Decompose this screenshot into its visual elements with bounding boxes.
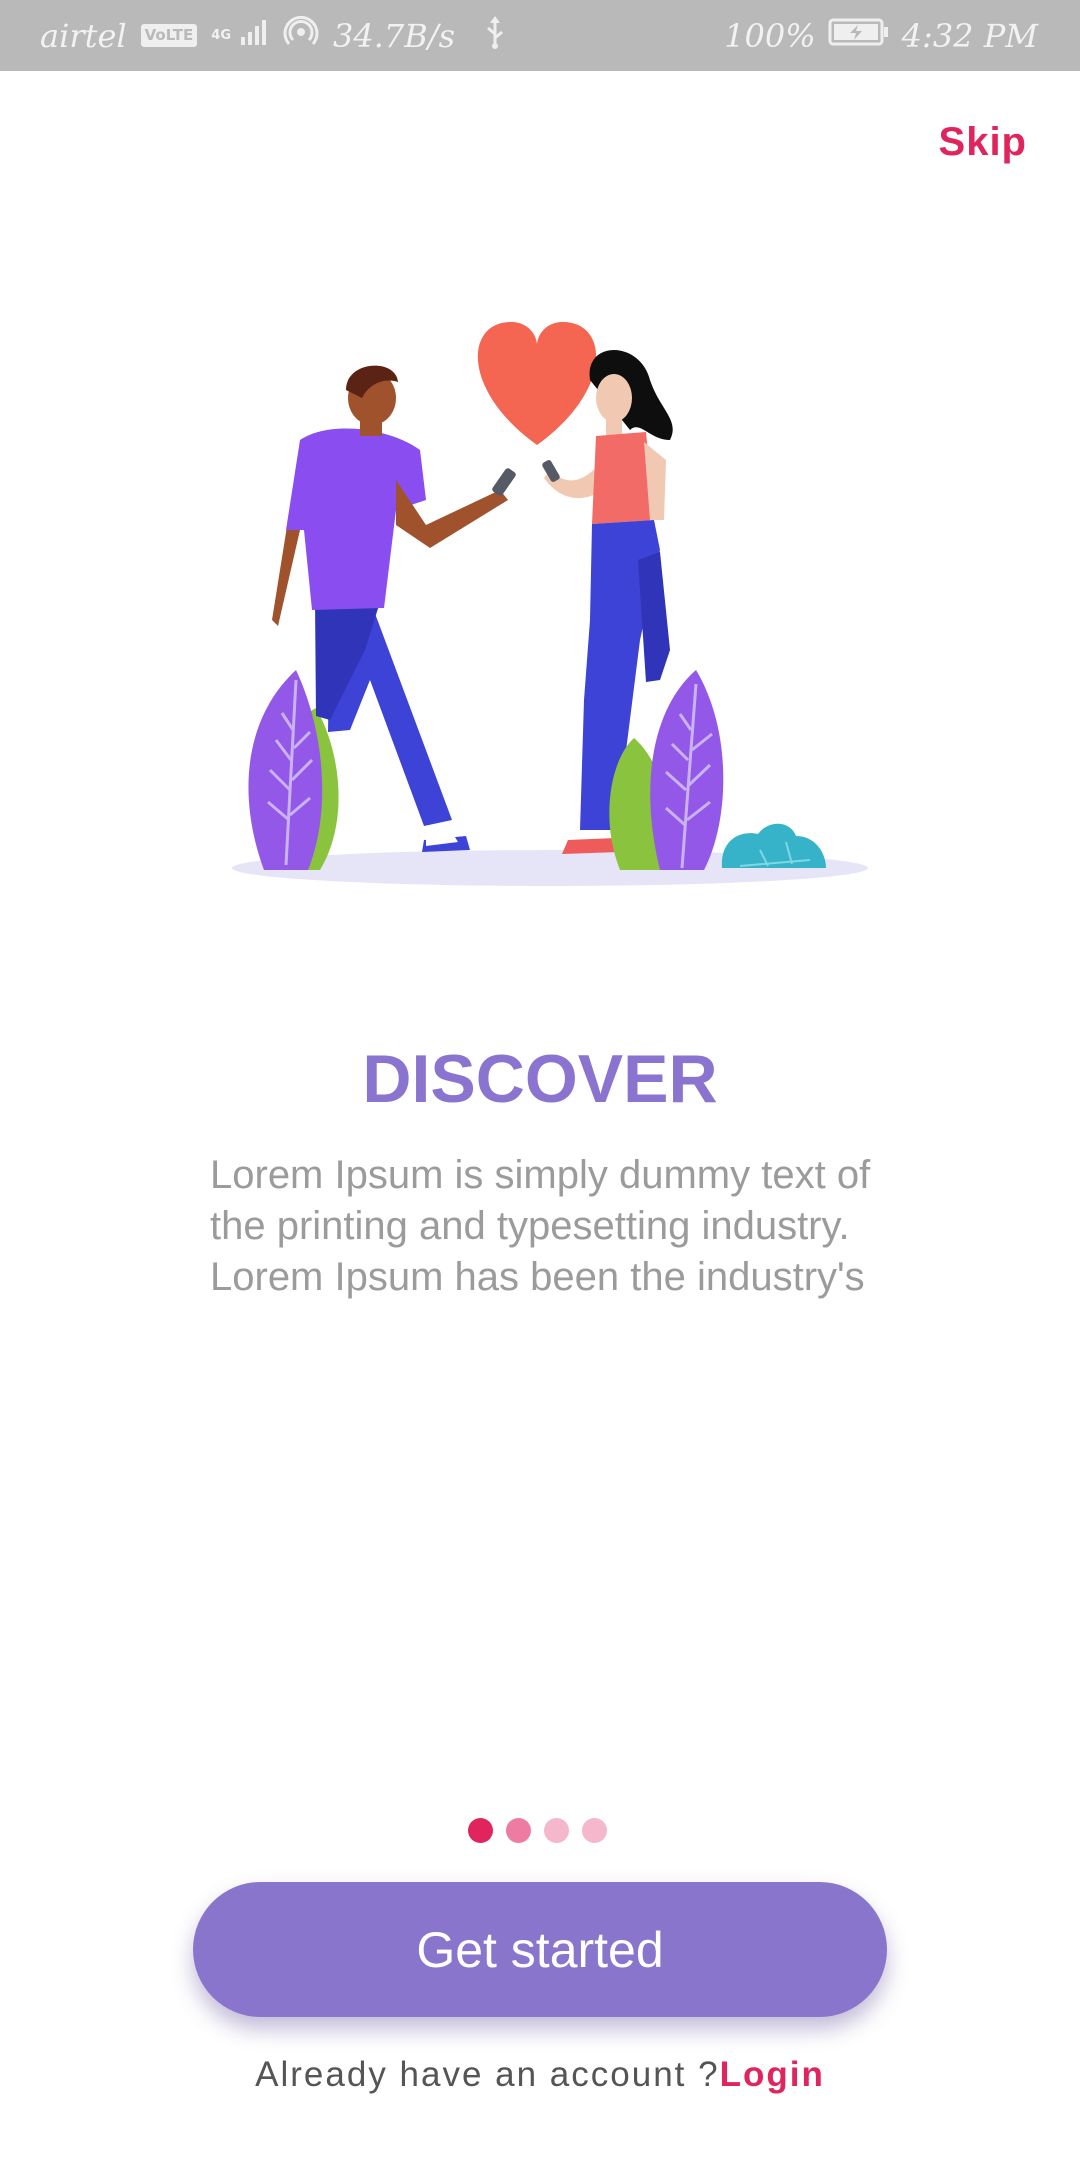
network-speed: 34.7B/s — [333, 16, 455, 55]
description-line: Lorem Ipsum has been the industry's — [210, 1255, 865, 1299]
login-prompt-row: Already have an account ?Login — [0, 2055, 1080, 2095]
description-line: Lorem Ipsum is simply dummy text of — [210, 1153, 871, 1197]
volte-badge: VoLTE — [140, 24, 198, 47]
page-dot[interactable] — [506, 1818, 531, 1843]
battery-percent: 100% — [724, 16, 816, 55]
page-dot-active[interactable] — [468, 1818, 493, 1843]
heart-icon — [477, 321, 597, 445]
status-bar: airtel VoLTE 4G 34.7B/s 100% 4:32 PM — [0, 0, 1080, 71]
page-dot[interactable] — [544, 1818, 569, 1843]
page-indicator — [468, 1818, 607, 1843]
description-line: the printing and typesetting industry. — [210, 1204, 850, 1248]
login-link[interactable]: Login — [720, 2055, 825, 2094]
description: Lorem Ipsum is simply dummy text of the … — [210, 1150, 950, 1303]
network-type: 4G — [211, 28, 232, 43]
status-bar-left: airtel VoLTE 4G 34.7B/s — [40, 0, 507, 71]
hotspot-icon — [283, 14, 319, 58]
carrier-name: airtel — [40, 16, 127, 55]
couple-illustration — [220, 320, 880, 900]
clock: 4:32 PM — [901, 16, 1038, 55]
page-dot[interactable] — [582, 1818, 607, 1843]
page-title: DISCOVER — [362, 1041, 718, 1117]
right-plant — [609, 670, 826, 870]
get-started-button[interactable]: Get started — [193, 1882, 887, 2017]
signal-icon — [239, 17, 269, 55]
usb-icon — [483, 14, 507, 58]
status-bar-right: 100% 4:32 PM — [724, 0, 1038, 71]
login-prompt-text: Already have an account ? — [255, 2055, 720, 2094]
skip-button[interactable]: Skip — [939, 120, 1027, 165]
battery-charging-icon — [828, 17, 890, 55]
